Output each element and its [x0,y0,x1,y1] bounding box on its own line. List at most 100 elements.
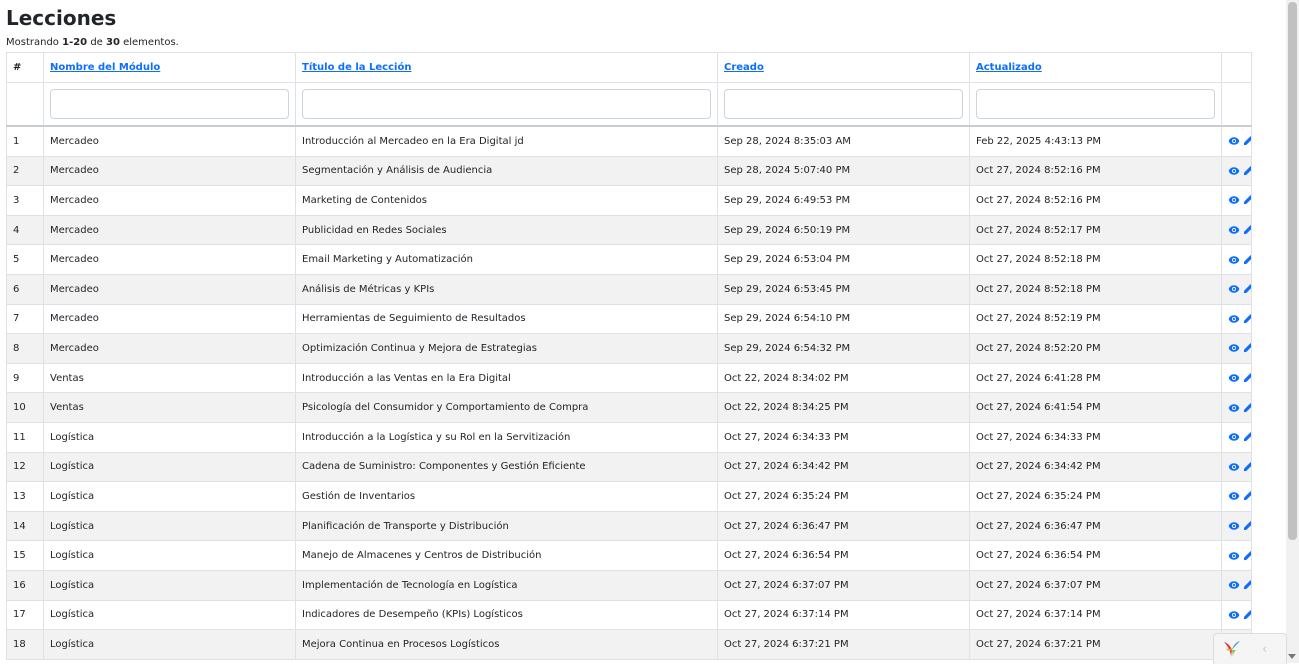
row-module: Logística [43,629,296,660]
row-created: Sep 29, 2024 6:53:45 PM [717,273,970,305]
eye-icon[interactable] [1228,461,1240,473]
pencil-icon[interactable] [1242,490,1251,502]
pencil-icon[interactable] [1242,461,1251,473]
pencil-icon[interactable] [1242,402,1251,414]
row-created: Sep 28, 2024 5:07:40 PM [717,155,970,187]
pencil-icon[interactable] [1242,194,1251,206]
row-title: Psicología del Consumidor y Comportamien… [295,392,718,423]
pencil-icon[interactable] [1242,224,1251,236]
sort-created-link[interactable]: Creado [724,62,764,73]
header-module: Nombre del Módulo [43,52,296,83]
eye-icon[interactable] [1228,165,1240,177]
debug-toolbar[interactable]: ‹ [1213,633,1287,664]
row-actions [1221,333,1252,364]
pencil-icon[interactable] [1242,135,1251,147]
filter-title-input[interactable] [302,89,711,119]
pencil-icon[interactable] [1242,550,1251,562]
eye-icon[interactable] [1228,342,1240,354]
table-header-row: # Nombre del Módulo Título de la Lección… [6,52,1252,83]
row-actions [1221,392,1252,423]
pencil-icon[interactable] [1242,283,1251,295]
eye-icon[interactable] [1228,254,1240,266]
scroll-down-arrow-icon[interactable] [1288,654,1296,659]
filter-created-input[interactable] [724,89,963,119]
pencil-icon[interactable] [1242,431,1251,443]
header-title: Título de la Lección [295,52,718,83]
row-index: 16 [6,569,44,601]
eye-icon[interactable] [1228,579,1240,591]
row-title: Marketing de Contenidos [295,185,718,216]
table-row: 16 Logística Implementación de Tecnología … [6,569,1252,601]
filter-cell-index [6,82,44,127]
row-created: Oct 27, 2024 6:37:21 PM [717,629,970,660]
row-created: Oct 27, 2024 6:37:07 PM [717,569,970,601]
eye-icon[interactable] [1228,490,1240,502]
row-module: Logística [43,510,296,542]
row-title: Análisis de Métricas y KPIs [295,273,718,305]
eye-icon[interactable] [1228,283,1240,295]
eye-icon[interactable] [1228,194,1240,206]
pencil-icon[interactable] [1242,579,1251,591]
row-created: Sep 28, 2024 8:35:03 AM [717,124,970,157]
sort-title-link[interactable]: Título de la Lección [302,62,411,73]
table-row: 9 Ventas Introducción a las Ventas en la E… [6,362,1252,394]
row-module: Mercadeo [43,155,296,187]
table-row: 5 Mercadeo Email Marketing y Automatizació… [6,244,1252,275]
debug-toolbar-toggle[interactable]: ‹ [1262,642,1267,657]
row-actions [1221,185,1252,216]
sort-updated-link[interactable]: Actualizado [976,62,1042,73]
row-module: Mercadeo [43,303,296,335]
scrollbar-thumb[interactable] [1288,2,1297,540]
row-created: Oct 22, 2024 8:34:25 PM [717,392,970,423]
pencil-icon[interactable] [1242,372,1251,384]
eye-icon[interactable] [1228,402,1240,414]
eye-icon[interactable] [1228,135,1240,147]
pencil-icon[interactable] [1242,313,1251,325]
eye-icon[interactable] [1228,372,1240,384]
header-updated: Actualizado [969,52,1222,83]
eye-icon[interactable] [1228,431,1240,443]
row-actions [1221,599,1252,631]
filter-cell-module [43,82,296,127]
filter-row [6,82,1252,127]
row-module: Mercadeo [43,273,296,305]
header-index: # [6,52,44,83]
pencil-icon[interactable] [1242,520,1251,532]
row-module: Ventas [43,392,296,423]
table-row: 18 Logística Mejora Continua en Procesos L… [6,629,1252,660]
row-index: 10 [6,392,44,423]
row-updated: Oct 27, 2024 6:36:54 PM [969,540,1222,571]
row-actions [1221,214,1252,246]
filter-module-input[interactable] [50,89,289,119]
summary-prefix: Mostrando [6,37,63,48]
row-index: 15 [6,540,44,571]
row-created: Sep 29, 2024 6:54:32 PM [717,333,970,364]
page-scrollbar[interactable] [1286,0,1299,663]
yii-logo[interactable] [1222,639,1242,659]
pencil-icon[interactable] [1242,165,1251,177]
table-row: 13 Logística Gestión de Inventarios Oct 27,… [6,481,1252,512]
pencil-icon[interactable] [1242,609,1251,621]
eye-icon[interactable] [1228,313,1240,325]
row-actions [1221,451,1252,483]
row-updated: Oct 27, 2024 6:37:07 PM [969,569,1222,601]
filter-cell-actions [1221,82,1252,127]
row-title: Introducción al Mercadeo en la Era Digit… [295,124,718,157]
table-row: 1 Mercadeo Introducción al Mercadeo en la … [6,124,1252,157]
eye-icon[interactable] [1228,550,1240,562]
row-index: 12 [6,451,44,483]
sort-module-link[interactable]: Nombre del Módulo [50,62,160,73]
eye-icon[interactable] [1228,520,1240,532]
eye-icon[interactable] [1228,224,1240,236]
pencil-icon[interactable] [1242,254,1251,266]
header-created: Creado [717,52,970,83]
pencil-icon[interactable] [1242,342,1251,354]
row-index: 9 [6,362,44,394]
row-module: Ventas [43,362,296,394]
row-updated: Oct 27, 2024 6:41:28 PM [969,362,1222,394]
table-row: 6 Mercadeo Análisis de Métricas y KPIs Sep … [6,273,1252,305]
filter-updated-input[interactable] [976,89,1215,119]
eye-icon[interactable] [1228,609,1240,621]
row-created: Oct 27, 2024 6:35:24 PM [717,481,970,512]
header-actions [1221,52,1252,83]
